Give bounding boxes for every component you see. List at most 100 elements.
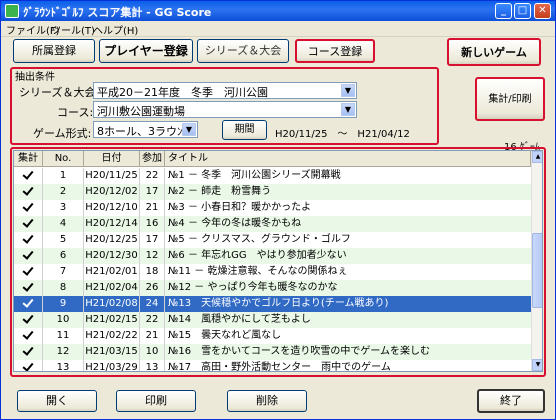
header-participants[interactable]: 参加 (140, 151, 165, 167)
period-text: H20/11/25 ～ H21/04/12 (275, 129, 410, 140)
scroll-down-icon[interactable]: ▼ (532, 359, 542, 371)
table-row[interactable]: 2 H20/12/02 17 №2 － 師走 粉雪舞う (14, 184, 531, 200)
checkmark-icon[interactable] (22, 297, 34, 309)
open-button[interactable]: 開く (17, 390, 97, 412)
format-label: ゲーム形式: (33, 127, 92, 140)
row-title: №12 － やっぱり今年も暖冬なのかな (168, 282, 338, 293)
series-tournament-button[interactable]: シリーズ＆大会 (197, 39, 289, 63)
row-title: №17 高田・野外活動センター 雨中でのゲーム (168, 362, 391, 372)
chevron-down-icon[interactable]: ▼ (341, 84, 355, 97)
row-participants: 21 (140, 200, 165, 216)
series-select[interactable]: 平成20－21年度 冬季 河川公園 ▼ (93, 82, 357, 99)
row-date: H20/12/10 (84, 200, 140, 216)
tally-checkbox-cell (14, 312, 43, 328)
header-no[interactable]: No. (43, 151, 84, 167)
row-title: №16 雪をかいてコースを造り吹雪の中でゲームを楽しむ (168, 346, 431, 357)
row-no: 4 (43, 216, 84, 232)
checkmark-icon[interactable] (22, 361, 34, 371)
table-row[interactable]: 5 H20/12/25 17 №5 － クリスマス、グラウンド・ゴルフ (14, 232, 531, 248)
table-header: 集計 No. 日付 参加 タイトル (14, 151, 531, 167)
checkmark-icon[interactable] (22, 345, 34, 357)
affiliation-register-button[interactable]: 所属登録 (13, 39, 95, 63)
checkmark-icon[interactable] (22, 217, 34, 229)
menu-tools[interactable]: ツール(T) (51, 22, 95, 37)
tally-checkbox-cell (14, 184, 43, 200)
table-row[interactable]: 12 H21/03/15 10 №16 雪をかいてコースを造り吹雪の中でゲームを楽しむ (14, 344, 531, 360)
header-tally[interactable]: 集計 (14, 151, 43, 167)
maximize-button[interactable]: □ (514, 3, 531, 19)
table-row[interactable]: 11 H21/02/22 21 №15 曇天なれど風なし (14, 328, 531, 344)
tally-checkbox-cell (14, 360, 43, 371)
row-participants: 22 (140, 168, 165, 184)
row-no: 13 (43, 360, 84, 371)
header-date[interactable]: 日付 (84, 151, 140, 167)
tally-checkbox-cell (14, 168, 43, 184)
menu-bar: ファイル(F) ツール(T) ヘルプ(H) (1, 21, 555, 37)
vertical-scrollbar[interactable]: ▲ ▼ (531, 151, 542, 371)
table-row[interactable]: 9 H21/02/08 24 №13 天候穏やかでゴルフ日より(チーム戦あり) (14, 296, 531, 312)
row-participants: 12 (140, 248, 165, 264)
tally-checkbox-cell (14, 248, 43, 264)
tally-checkbox-cell (14, 232, 43, 248)
table-row[interactable]: 7 H21/02/01 18 №11 － 乾燥注意報、そんなの関係ねぇ (14, 264, 531, 280)
row-title: №5 － クリスマス、グラウンド・ゴルフ (168, 234, 351, 245)
tally-print-button[interactable]: 集計/印刷 (475, 77, 545, 121)
row-date: H21/03/15 (84, 344, 140, 360)
table-row[interactable]: 10 H21/02/15 22 №14 風穏やかにして芝もよし (14, 312, 531, 328)
checkmark-icon[interactable] (22, 233, 34, 245)
table-row[interactable]: 13 H21/03/29 13 №17 高田・野外活動センター 雨中でのゲーム (14, 360, 531, 372)
row-date: H21/03/29 (84, 360, 140, 371)
course-register-button[interactable]: コース登録 (295, 39, 375, 63)
row-title: №1 － 冬季 河川公園シリーズ開幕戦 (168, 170, 341, 181)
checkmark-icon[interactable] (22, 185, 34, 197)
exit-button[interactable]: 終了 (477, 389, 545, 413)
checkmark-icon[interactable] (22, 281, 34, 293)
row-title: №13 天候穏やかでゴルフ日より(チーム戦あり) (168, 298, 389, 309)
format-value: 8ホール、3ラウﾝﾄﾞ (97, 125, 194, 138)
checkmark-icon[interactable] (22, 169, 34, 181)
delete-button[interactable]: 削除 (227, 390, 307, 412)
checkmark-icon[interactable] (22, 201, 34, 213)
table-row[interactable]: 8 H21/02/04 26 №12 － やっぱり今年も暖冬なのかな (14, 280, 531, 296)
tally-checkbox-cell (14, 264, 43, 280)
minimize-button[interactable]: _ (495, 3, 512, 19)
row-title: №11 － 乾燥注意報、そんなの関係ねぇ (168, 266, 348, 277)
row-no: 6 (43, 248, 84, 264)
new-game-button[interactable]: 新しいゲーム (447, 38, 541, 66)
game-list-table[interactable]: 集計 No. 日付 参加 タイトル 1 H20/11/25 22 №1 － 冬季 河川… (13, 150, 543, 372)
table-row[interactable]: 3 H20/12/10 21 №3 － 小春日和？暖かかったよ (14, 200, 531, 216)
row-title: №4 － 今年の冬は暖冬かもね (168, 218, 302, 229)
chevron-down-icon[interactable]: ▼ (341, 103, 355, 116)
period-button[interactable]: 期間 (222, 120, 267, 140)
row-date: H21/02/08 (84, 296, 140, 312)
header-title[interactable]: タイトル (165, 151, 531, 167)
scroll-thumb[interactable] (532, 233, 542, 308)
scroll-up-icon[interactable]: ▲ (532, 151, 542, 163)
course-select[interactable]: 河川敷公園運動場 ▼ (93, 101, 357, 118)
row-no: 11 (43, 328, 84, 344)
close-button[interactable]: ✕ (534, 3, 551, 19)
row-no: 5 (43, 232, 84, 248)
tally-checkbox-cell (14, 280, 43, 296)
row-participants: 24 (140, 296, 165, 312)
row-no: 2 (43, 184, 84, 200)
table-row[interactable]: 6 H20/12/30 12 №6 － 年忘れGG やはり参加者少ない (14, 248, 531, 264)
checkmark-icon[interactable] (22, 313, 34, 325)
tally-checkbox-cell (14, 328, 43, 344)
app-window: ｸﾞﾗｳﾝﾄﾞｺﾞﾙﾌ スコア集計 - GG Score _ □ ✕ ファイル(… (0, 0, 556, 420)
row-date: H20/12/02 (84, 184, 140, 200)
title-bar[interactable]: ｸﾞﾗｳﾝﾄﾞｺﾞﾙﾌ スコア集計 - GG Score _ □ ✕ (1, 1, 555, 21)
menu-help[interactable]: ヘルプ(H) (93, 22, 138, 37)
chevron-down-icon[interactable]: ▼ (182, 123, 196, 136)
filter-legend: 抽出条件 (15, 72, 55, 83)
checkmark-icon[interactable] (22, 329, 34, 341)
checkmark-icon[interactable] (22, 265, 34, 277)
table-row[interactable]: 1 H20/11/25 22 №1 － 冬季 河川公園シリーズ開幕戦 (14, 168, 531, 184)
format-select[interactable]: 8ホール、3ラウﾝﾄﾞ ▼ (93, 121, 198, 138)
print-button[interactable]: 印刷 (116, 390, 196, 412)
player-register-button[interactable]: プレイヤー登録 (99, 39, 193, 63)
row-no: 12 (43, 344, 84, 360)
checkmark-icon[interactable] (22, 249, 34, 261)
row-participants: 17 (140, 184, 165, 200)
table-row[interactable]: 4 H20/12/14 16 №4 － 今年の冬は暖冬かもね (14, 216, 531, 232)
